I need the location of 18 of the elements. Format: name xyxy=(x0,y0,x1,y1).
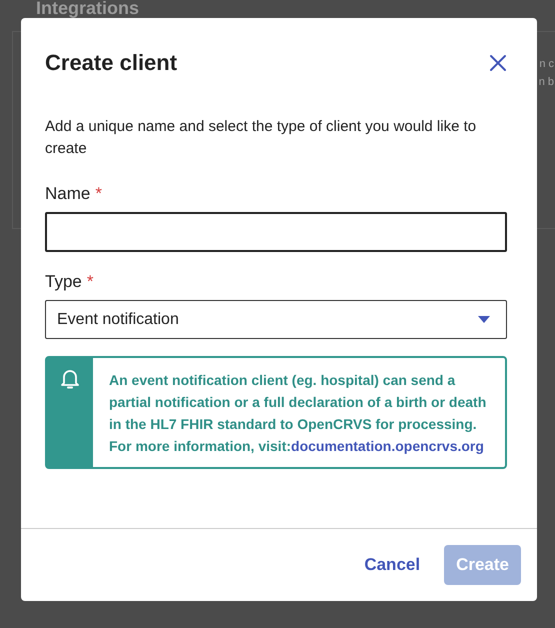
dialog-title: Create client xyxy=(45,50,178,76)
close-icon xyxy=(489,54,507,72)
cancel-button[interactable]: Cancel xyxy=(356,545,428,585)
page-heading: Integrations xyxy=(35,0,140,17)
dialog-description: Add a unique name and select the type of client you would like to create xyxy=(45,117,478,159)
field-label: Type * xyxy=(45,272,94,292)
bell-icon xyxy=(60,368,80,390)
required-mark: * xyxy=(86,272,94,291)
required-mark: * xyxy=(95,184,102,203)
background-text: n c xyxy=(539,58,555,70)
type-dropdown[interactable]: Event notification xyxy=(45,300,507,339)
info-text: An event notification client (eg. hospital) can send a partial notification or a full declaration of a birth or death in the HL7 FHIR standard to OpenCRVS for processing. For more information, visit:documentation.opencrvs.org xyxy=(108,371,488,456)
name-input[interactable] xyxy=(45,212,507,252)
caret-icon xyxy=(478,316,490,324)
documentation-link[interactable]: documentation.opencrvs.org xyxy=(291,438,484,454)
field-label: Name * xyxy=(45,184,103,204)
background-text: n b xyxy=(538,76,555,88)
close-button[interactable] xyxy=(489,54,507,72)
